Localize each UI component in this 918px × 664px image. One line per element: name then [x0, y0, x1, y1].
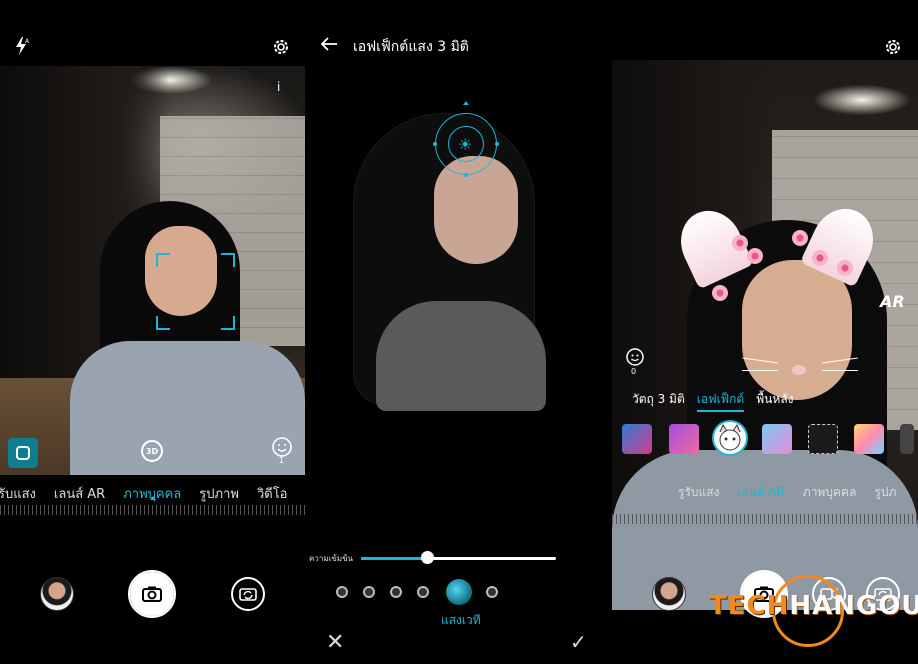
mode-ar-lens[interactable]: เลนส์ AR [737, 483, 784, 503]
mode-selector: รูรับแสง เลนส์ AR ภาพบุคคล รูปภ [612, 483, 918, 503]
mode-photo[interactable]: รูปภ [874, 483, 896, 503]
watermark-logo: TECHHANGOUT [709, 591, 918, 621]
mode-scroll-ticks [0, 505, 305, 515]
gallery-thumbnail[interactable] [40, 577, 74, 611]
mode-aperture[interactable]: รูรับแสง [678, 483, 719, 503]
cancel-button[interactable]: ✕ [326, 632, 344, 654]
effect-preview[interactable]: ☀ [306, 66, 611, 536]
ring-handle-dot [495, 142, 499, 146]
svg-text:A: A [25, 38, 30, 45]
tab-effects[interactable]: เอฟเฟ็กต์ [696, 390, 745, 412]
mode-scroll-ticks [612, 514, 918, 524]
page-title: เอฟเฟ็กต์แสง 3 มิติ [353, 39, 469, 55]
camera-portrait-panel: A i 3D 1 รับแสง เลนส์ AR ภาพบุคคล รูปภาพ… [0, 0, 305, 664]
sticker-cat-outline[interactable] [808, 424, 838, 454]
switch-camera-button[interactable] [231, 577, 265, 611]
mode-aperture[interactable]: รับแสง [0, 483, 36, 504]
lighting-effect-selected[interactable] [446, 579, 472, 605]
sticker-grid-frame[interactable] [762, 424, 792, 454]
back-arrow-icon[interactable] [318, 33, 340, 55]
aperture-toggle-icon[interactable] [8, 438, 38, 468]
ring-handle-dot [464, 173, 468, 177]
intensity-slider[interactable] [361, 557, 556, 560]
watermark-part2: HANGOUT [789, 591, 918, 621]
face-focus-box [156, 253, 235, 330]
subject-shirt [376, 301, 546, 411]
active-mode-indicator [150, 496, 156, 500]
gallery-thumbnail[interactable] [652, 577, 686, 611]
3d-lighting-effect-panel: เอฟเฟ็กต์แสง 3 มิติ ☀ ความเข้มข้น แสงเวท… [306, 0, 611, 664]
mode-ar-lens[interactable]: เลนส์ AR [54, 483, 105, 504]
sun-light-icon[interactable]: ☀ [458, 135, 472, 154]
ring-handle-dot [433, 142, 437, 146]
mode-photo[interactable]: รูปภาพ [199, 483, 239, 504]
subject-face [742, 260, 852, 400]
watermark-part1: TECH [709, 591, 790, 621]
sticker-more[interactable] [900, 424, 914, 454]
lighting-effect-selector [336, 579, 506, 605]
info-icon[interactable]: i [277, 80, 280, 94]
beauty-level-value: 1 [279, 456, 285, 465]
intensity-label: ความเข้มข้น [309, 554, 354, 563]
cat-nose-sticker [792, 365, 806, 375]
sticker-sunglasses[interactable] [622, 424, 652, 454]
camera-viewfinder[interactable] [612, 60, 918, 610]
effect-header: เอฟเฟ็กต์แสง 3 มิติ [306, 25, 611, 65]
face-count-icon[interactable] [626, 348, 644, 366]
flower-sticker [732, 235, 748, 251]
sticker-boy[interactable] [669, 424, 699, 454]
flower-sticker [792, 230, 808, 246]
ar-sticker-list [612, 420, 918, 458]
3d-lighting-icon[interactable]: 3D [141, 440, 163, 462]
intensity-slider-fill [361, 557, 428, 560]
intensity-slider-knob[interactable] [421, 551, 435, 564]
flash-auto-icon[interactable]: A [12, 36, 32, 56]
mode-portrait[interactable]: ภาพบุคคล [803, 483, 857, 503]
camera-viewfinder[interactable] [0, 66, 305, 481]
flower-sticker [712, 285, 728, 301]
gear-icon[interactable] [882, 36, 904, 58]
ar-lens-panel: AR 0 วัตถุ 3 มิติ เอฟเฟ็กต์ พื้นหลัง รูร… [612, 0, 918, 664]
face-count-value: 0 [631, 367, 637, 376]
lighting-effect-option[interactable] [390, 586, 402, 598]
mode-portrait[interactable]: ภาพบุคคล [123, 483, 181, 504]
tab-3d-objects[interactable]: วัตถุ 3 มิติ [632, 390, 685, 412]
flower-sticker [747, 248, 763, 264]
whisker-sticker [822, 370, 858, 371]
lighting-effect-option[interactable] [486, 586, 498, 598]
gear-icon[interactable] [270, 36, 292, 58]
sticker-cat-selected[interactable] [712, 420, 748, 456]
flower-sticker [812, 250, 828, 266]
selected-effect-label: แสงเวที [441, 613, 481, 627]
shutter-button[interactable] [130, 572, 174, 616]
mode-video[interactable]: วิดีโอ [257, 483, 288, 504]
light-direction-up-icon [463, 101, 469, 105]
sticker-rainbow[interactable] [854, 424, 884, 454]
flower-sticker [837, 260, 853, 276]
lighting-effect-option[interactable] [417, 586, 429, 598]
top-bar: A [0, 0, 305, 66]
lighting-effect-option[interactable] [363, 586, 375, 598]
ar-category-tabs: วัตถุ 3 มิติ เอฟเฟ็กต์ พื้นหลัง [612, 390, 918, 412]
subject-shirt [70, 341, 305, 481]
ar-logo: AR [880, 292, 905, 311]
beauty-face-icon[interactable] [271, 436, 293, 458]
lighting-effect-option[interactable] [336, 586, 348, 598]
tab-background[interactable]: พื้นหลัง [756, 390, 793, 412]
whisker-sticker [742, 370, 778, 371]
confirm-button[interactable]: ✓ [570, 632, 587, 652]
